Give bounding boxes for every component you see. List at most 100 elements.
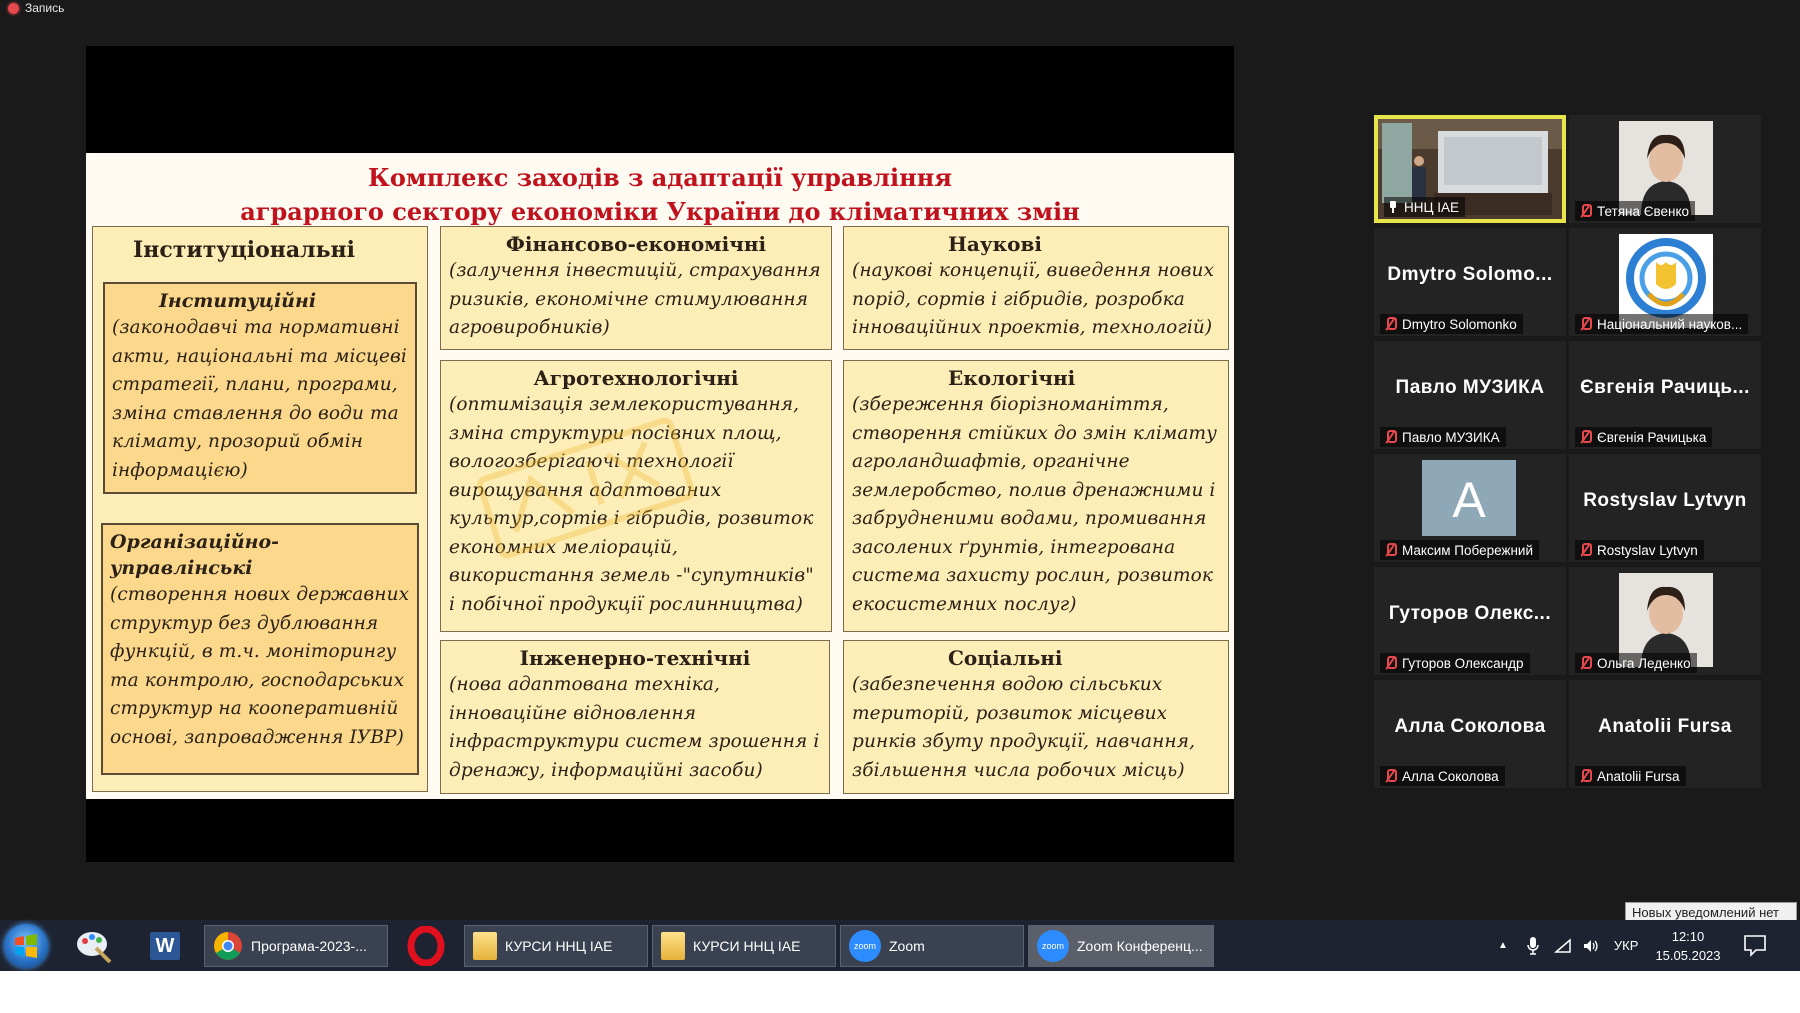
financial-box: Фінансово-економічні (залучення інвестиц…	[440, 226, 832, 350]
opera-app-icon[interactable]	[406, 925, 446, 967]
slide-title-line-2: аграрного сектору економіки України до к…	[240, 197, 1080, 226]
system-tray: ▲ УКР	[1498, 920, 1638, 971]
participant-tile[interactable]: Rostyslav Lytvyn Rostyslav Lytvyn	[1569, 454, 1761, 562]
windows-logo-icon	[15, 934, 37, 958]
participant-name-label: Максим Побережний	[1380, 540, 1540, 560]
engineering-box: Інженерно-технічні (нова адаптована техн…	[440, 640, 830, 794]
institutional-box-text: (законодавчі та нормативні акти, націона…	[112, 317, 407, 481]
participant-name: Dmytro Solomonko	[1402, 316, 1517, 332]
system-clock[interactable]: 12:10 15.05.2023	[1648, 927, 1728, 965]
clock-time: 12:10	[1671, 929, 1705, 944]
ecological-text: (збереження біорізноманіття, створення с…	[852, 394, 1217, 615]
participant-display-name: Алла Соколова	[1394, 716, 1546, 737]
taskbar-folder-button-1[interactable]: КУРСИ ННЦ ІАЕ	[464, 925, 648, 967]
shared-screen[interactable]: Комплекс заходів з адаптації управління …	[86, 46, 1234, 862]
microphone-icon[interactable]	[1526, 936, 1540, 956]
network-icon[interactable]	[1553, 937, 1572, 954]
zoom-window-label: Zoom	[889, 938, 925, 954]
social-heading: Соціальні	[948, 646, 1063, 670]
participant-tile[interactable]: Тетяна Євенко	[1569, 115, 1761, 223]
paint-app-icon[interactable]	[74, 926, 114, 966]
mic-muted-icon	[1579, 204, 1592, 218]
agrotech-box: Агротехнологічні (оптимізація землекорис…	[440, 360, 832, 632]
record-icon	[8, 2, 19, 14]
folder-icon	[473, 932, 497, 960]
participant-name: Алла Соколова	[1402, 768, 1499, 784]
participant-name: ННЦ ІАЕ	[1404, 199, 1459, 215]
mic-muted-icon	[1579, 656, 1592, 670]
participant-display-name: Павло МУЗИКА	[1395, 377, 1545, 398]
institutional-column: Інституціональні Інституційні (законодав…	[92, 226, 428, 792]
chrome-window-label: Програма-2023-...	[251, 938, 367, 954]
organizational-box: Організаційно-управлінські (створення но…	[101, 523, 419, 775]
zoom-icon: zoom	[1037, 930, 1069, 962]
participant-tile[interactable]: Ольга Леденко	[1569, 567, 1761, 675]
windows-taskbar: W Програма-2023-... КУРСИ ННЦ ІАЕ КУРСИ …	[0, 920, 1800, 971]
scientific-heading: Наукові	[948, 232, 1042, 256]
folder-window-label-1: КУРСИ ННЦ ІАЕ	[505, 938, 613, 954]
mic-muted-icon	[1579, 543, 1592, 557]
pin-icon	[1388, 201, 1398, 213]
word-app-icon[interactable]: W	[146, 926, 186, 966]
participant-display-name: Anatolii Fursa	[1598, 716, 1732, 737]
agrotech-heading: Агротехнологічні	[533, 366, 739, 390]
participant-name-label: Dmytro Solomonko	[1380, 314, 1523, 334]
mic-muted-icon	[1384, 543, 1397, 557]
scientific-box: Наукові (наукові концепції, виведення но…	[843, 226, 1229, 350]
clock-date: 15.05.2023	[1655, 948, 1721, 963]
word-letter: W	[150, 932, 180, 960]
participant-name-label: Тетяна Євенко	[1575, 201, 1696, 221]
taskbar-folder-button-2[interactable]: КУРСИ ННЦ ІАЕ	[652, 925, 836, 967]
participant-tile[interactable]: Dmytro Solomo... Dmytro Solomonko	[1374, 228, 1566, 336]
participant-name-label: Гуторов Олександр	[1380, 653, 1530, 673]
folder-window-label-2: КУРСИ ННЦ ІАЕ	[693, 938, 801, 954]
ecological-heading: Екологічні	[948, 366, 1076, 390]
participant-tile[interactable]: Павло МУЗИКА Павло МУЗИКА	[1374, 341, 1566, 449]
participant-tile[interactable]: Національний науков...	[1569, 228, 1761, 336]
mic-muted-icon	[1384, 656, 1397, 670]
participant-name: Максим Побережний	[1402, 542, 1534, 558]
participant-name-label: Ольга Леденко	[1575, 653, 1697, 673]
mic-muted-icon	[1579, 430, 1592, 444]
organizational-box-text: (створення нових державних структур без …	[110, 584, 410, 748]
institutional-heading: Інституціональні	[133, 237, 355, 263]
folder-icon	[661, 932, 685, 960]
taskbar-zoom-button[interactable]: zoom Zoom	[840, 925, 1024, 967]
avatar: A	[1422, 460, 1516, 536]
participant-name: Гуторов Олександр	[1402, 655, 1524, 671]
participant-tile[interactable]: Алла Соколова Алла Соколова	[1374, 680, 1566, 788]
action-center-icon[interactable]	[1742, 932, 1768, 958]
agrotech-text: (оптимізація землекористування, зміна ст…	[449, 394, 814, 615]
slide-title: Комплекс заходів з адаптації управління …	[86, 161, 1234, 229]
institutional-box: Інституційні (законодавчі та нормативні …	[103, 282, 417, 494]
mic-muted-icon	[1384, 317, 1397, 331]
participant-name-label: Rostyslav Lytvyn	[1575, 540, 1704, 560]
participant-name: Євгенія Рачицька	[1597, 429, 1707, 445]
start-button[interactable]	[4, 924, 48, 968]
taskbar-chrome-button[interactable]: Програма-2023-...	[204, 925, 388, 967]
participant-tile[interactable]: ННЦ ІАЕ	[1374, 115, 1566, 223]
participant-tile[interactable]: Євгенія Рачиць... Євгенія Рачицька	[1569, 341, 1761, 449]
participant-name: Anatolii Fursa	[1597, 768, 1680, 784]
participant-tile[interactable]: Anatolii Fursa Anatolii Fursa	[1569, 680, 1761, 788]
participant-name-label: Алла Соколова	[1380, 766, 1505, 786]
participant-name-label: Anatolii Fursa	[1575, 766, 1686, 786]
recording-indicator[interactable]: Запись	[8, 1, 64, 15]
mic-muted-icon	[1384, 430, 1397, 444]
show-hidden-icons-icon[interactable]: ▲	[1498, 940, 1508, 951]
volume-icon[interactable]	[1582, 938, 1600, 954]
participant-name: Rostyslav Lytvyn	[1597, 542, 1698, 558]
recording-label: Запись	[25, 1, 65, 15]
organizational-box-heading: Організаційно-управлінські	[110, 531, 280, 579]
social-text: (забезпечення водою сільських територій,…	[852, 674, 1196, 781]
taskbar-zoom-conference-button[interactable]: zoom Zoom Конференц...	[1028, 925, 1214, 967]
participant-tile[interactable]: A Максим Побережний	[1374, 454, 1566, 562]
financial-text: (залучення інвестицій, страхування ризик…	[449, 260, 821, 338]
participant-name-label: Павло МУЗИКА	[1380, 427, 1506, 447]
chrome-icon	[214, 932, 242, 960]
participant-tile[interactable]: Гуторов Олекс... Гуторов Олександр	[1374, 567, 1566, 675]
participant-display-name: Гуторов Олекс...	[1388, 603, 1552, 624]
participant-name-label: ННЦ ІАЕ	[1384, 197, 1465, 217]
input-language-indicator[interactable]: УКР	[1614, 938, 1639, 953]
zoom-icon: zoom	[849, 930, 881, 962]
